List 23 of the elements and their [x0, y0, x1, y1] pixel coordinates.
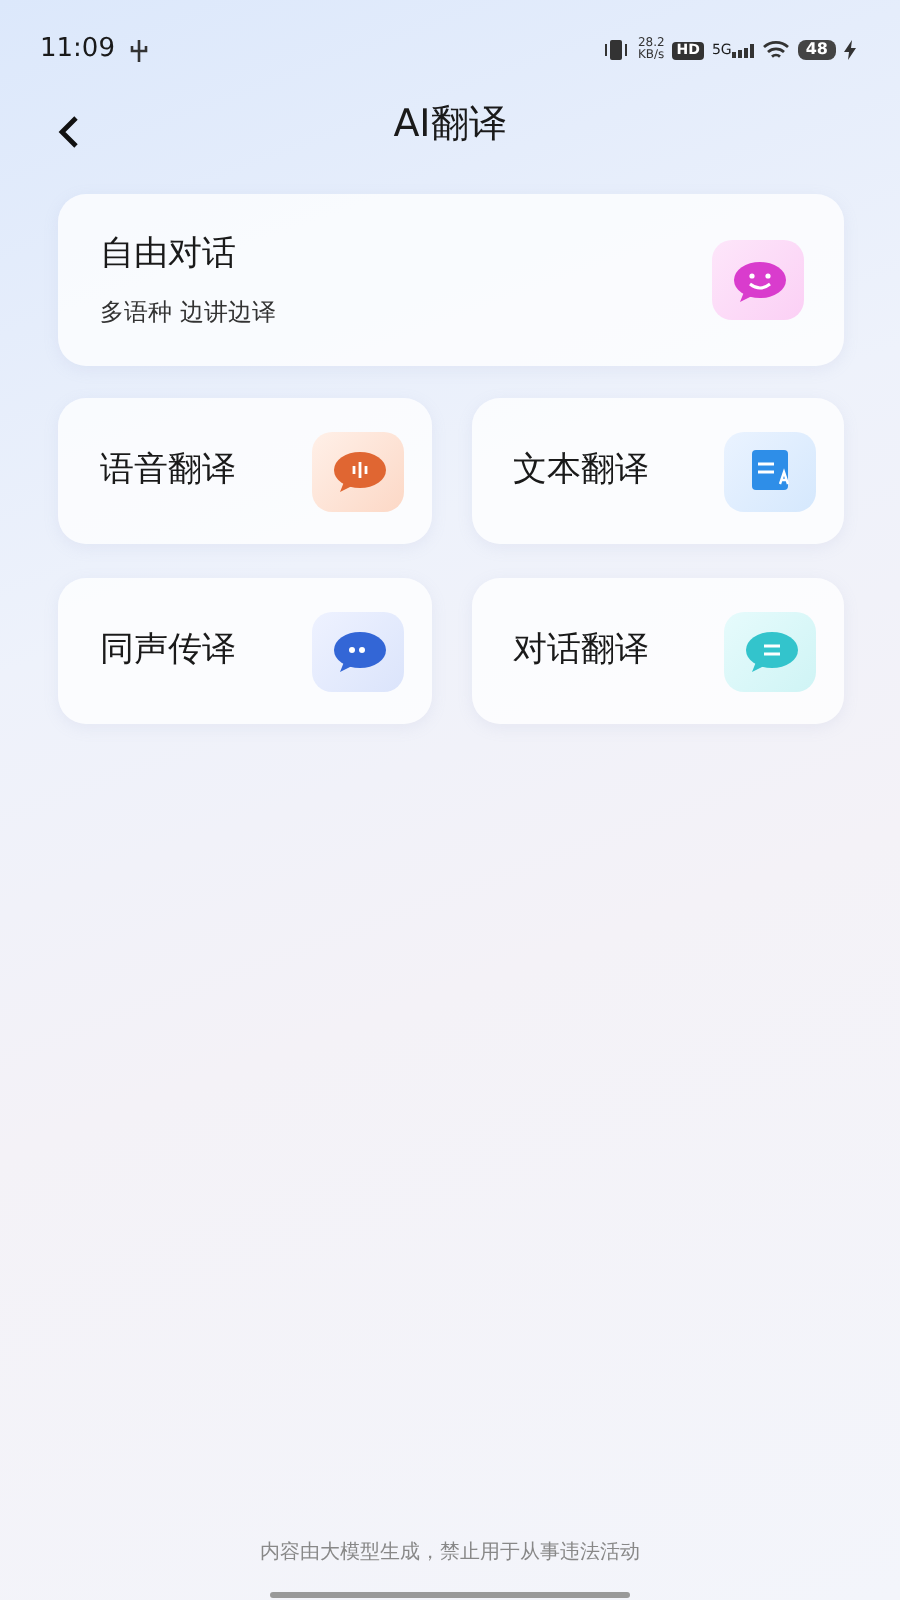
free-conversation-card[interactable]: 自由对话 多语种 边讲边译: [58, 194, 844, 366]
back-icon: [56, 113, 80, 150]
feature-card[interactable]: 文本翻译: [471, 398, 844, 544]
usb-icon: [130, 39, 149, 61]
lines-chat-bubble-icon: [740, 628, 800, 674]
wifi-icon: [761, 40, 790, 60]
charging-icon: [844, 40, 856, 60]
card-title: 文本翻译: [513, 447, 649, 494]
disclaimer-text: 内容由大模型生成，禁止用于从事违法活动: [258, 1539, 642, 1568]
card-title: 自由对话: [100, 232, 238, 279]
feature-card[interactable]: 语音翻译: [58, 398, 431, 544]
status-time: 11:09: [40, 32, 115, 69]
card-title: 对话翻译: [513, 627, 649, 674]
smiling-chat-bubble-icon: [728, 257, 788, 303]
card-title: 语音翻译: [100, 447, 236, 494]
feature-card[interactable]: 同声传译: [58, 578, 431, 724]
battery-level: 48: [797, 39, 836, 61]
feature-card[interactable]: 对话翻译: [471, 578, 844, 724]
vibrate-icon: [601, 40, 630, 60]
page-title: AI翻译: [393, 102, 507, 148]
card-subtitle: 多语种 边讲边译: [100, 295, 276, 330]
signal-icon: [731, 43, 754, 57]
card-title: 同声传译: [100, 627, 236, 674]
